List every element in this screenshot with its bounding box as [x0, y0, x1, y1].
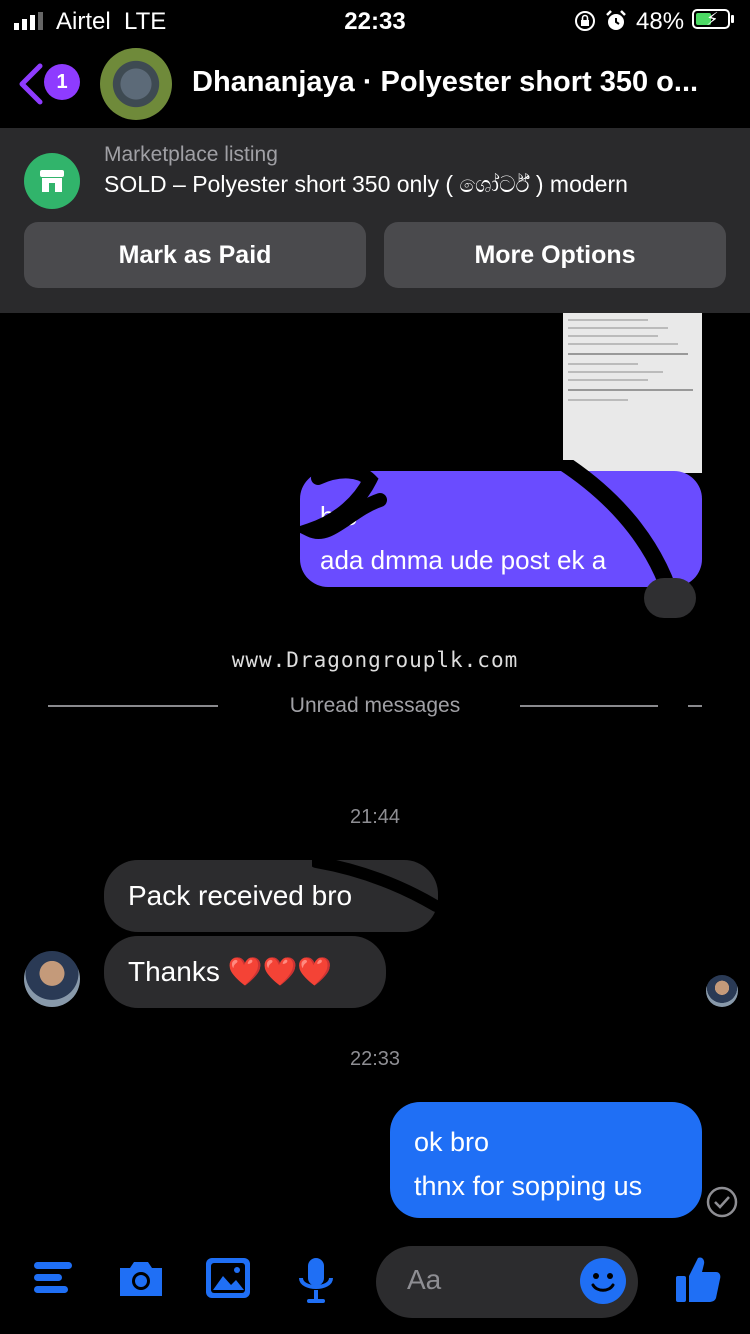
read-receipt-avatar — [706, 975, 738, 1007]
more-options-button[interactable]: More Options — [384, 222, 726, 288]
image-icon[interactable] — [204, 1256, 252, 1300]
menu-icon[interactable] — [32, 1256, 76, 1300]
chat-title[interactable]: Dhananjaya · Polyester short 350 o... — [192, 66, 732, 99]
mark-as-paid-button[interactable]: Mark as Paid — [24, 222, 366, 288]
received-message-bubble[interactable]: Thanks ❤️❤️❤️ — [104, 936, 386, 1008]
timestamp: 22:33 — [349, 1048, 401, 1070]
unread-messages-label: Unread messages — [289, 694, 461, 717]
unread-count-badge[interactable]: 1 — [44, 64, 80, 100]
battery-icon: ⚡ — [692, 9, 730, 29]
camera-icon[interactable] — [116, 1256, 166, 1300]
scribble-overlay-2 — [312, 856, 442, 912]
timestamp: 21:44 — [349, 806, 401, 828]
alarm-icon — [606, 10, 626, 30]
contact-avatar[interactable] — [24, 951, 80, 1007]
message-input-placeholder: Aa — [407, 1264, 442, 1295]
marketplace-label: Marketplace listing — [104, 143, 278, 166]
microphone-icon[interactable] — [296, 1256, 336, 1306]
listing-title[interactable]: SOLD – Polyester short 350 only ( ශෝර්ට්… — [104, 171, 628, 198]
seen-check-icon — [706, 1186, 738, 1218]
message-reaction[interactable] — [644, 578, 696, 618]
battery-tip — [731, 15, 734, 23]
thumbs-up-icon[interactable] — [674, 1254, 722, 1304]
status-bar: Airtel LTE 22:33 48% ⚡ — [0, 0, 750, 44]
watermark-text: www.Dragongrouplk.com — [231, 648, 519, 672]
sent-message-bubble[interactable]: ok bro thnx for sopping us — [390, 1102, 702, 1218]
rotation-lock-icon — [575, 11, 595, 31]
back-chevron-icon[interactable] — [16, 62, 44, 106]
marketplace-store-icon — [24, 153, 80, 209]
shared-screenshot-image[interactable] — [563, 313, 702, 473]
received-message-text: Thanks ❤️❤️❤️ — [128, 956, 333, 987]
listing-avatar[interactable] — [100, 48, 172, 120]
battery-percent: 48% — [636, 8, 685, 35]
emoji-icon[interactable] — [580, 1258, 626, 1304]
